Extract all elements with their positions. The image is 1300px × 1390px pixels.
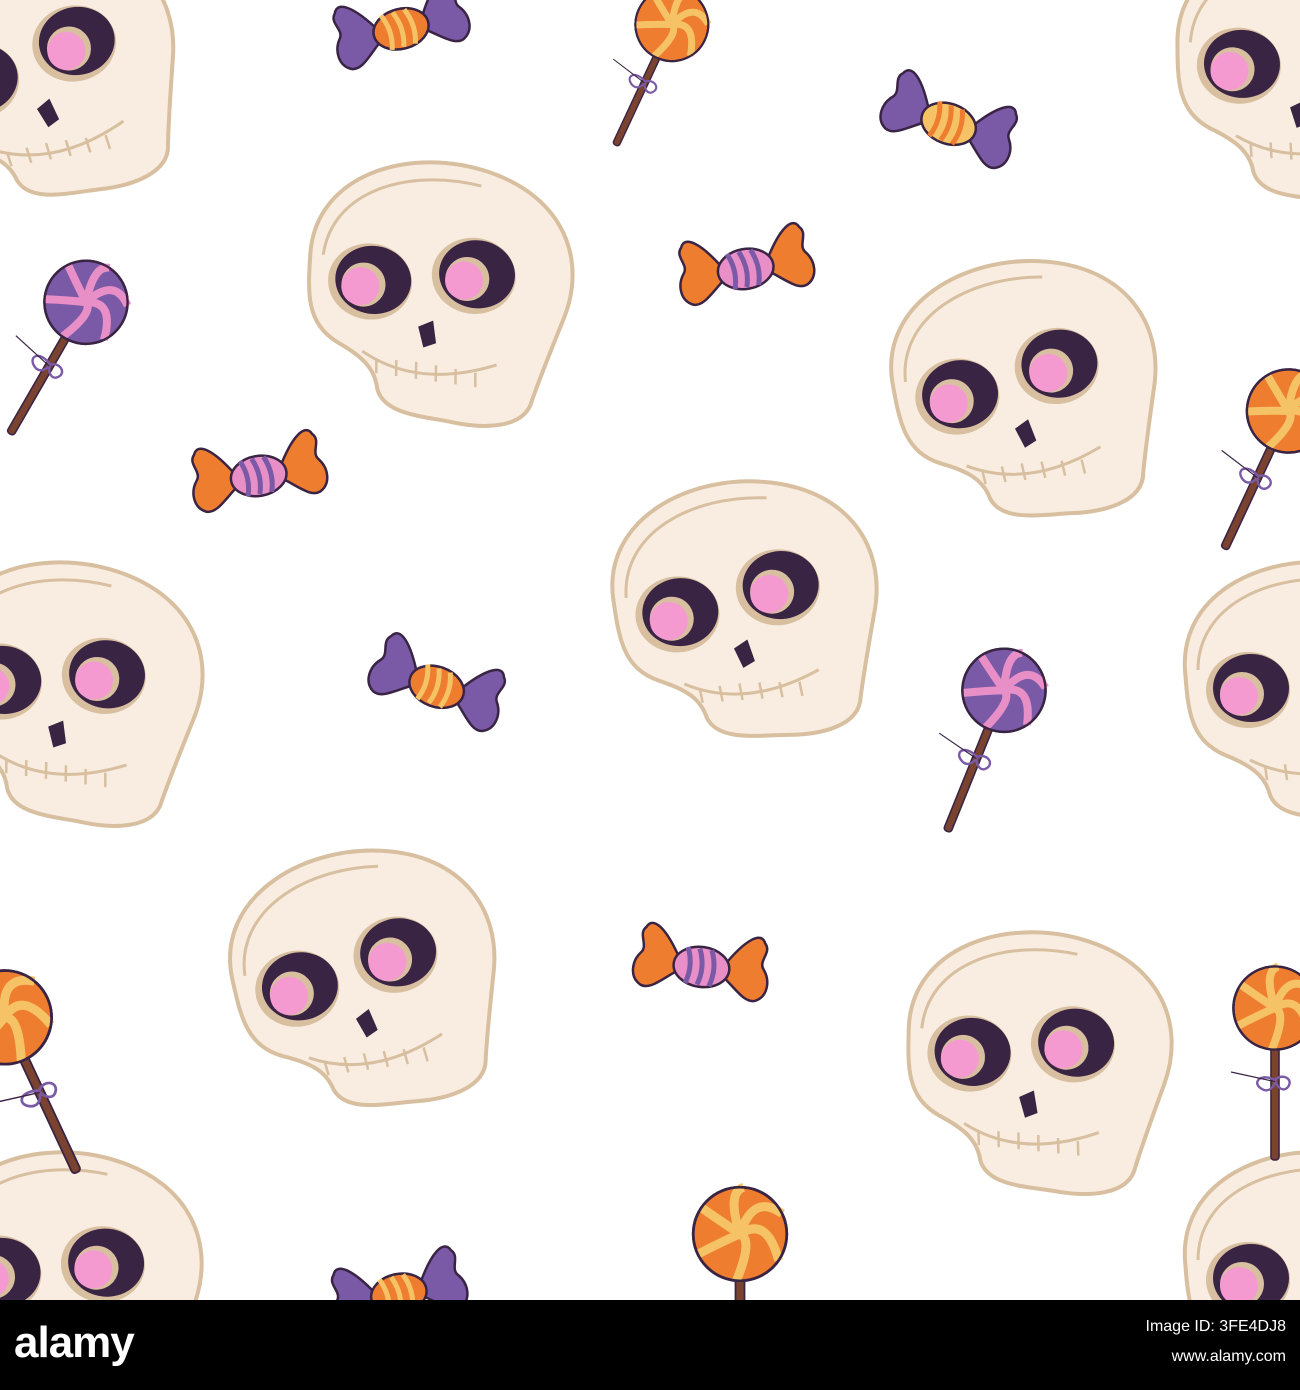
lollipop-icon — [938, 647, 1049, 833]
pattern-canvas — [0, 0, 1300, 1300]
skull-icon — [889, 258, 1158, 518]
watermark-bar: alamy Image ID: 3FE4DJ8 www.alamy.com — [0, 1300, 1300, 1390]
skull-icon — [0, 0, 176, 197]
alamy-logo: alamy — [14, 1318, 135, 1367]
skull-icon — [0, 560, 205, 828]
lollipop-icon — [691, 1183, 789, 1300]
skull-icon — [1182, 560, 1300, 817]
wrapped-candy-icon — [191, 428, 329, 513]
wrapped-candy-icon — [631, 921, 769, 1003]
skull-icon — [1182, 1150, 1300, 1300]
image-id-label: Image ID: 3FE4DJ8 — [1145, 1318, 1287, 1335]
wrapped-candy-icon — [367, 632, 507, 733]
skull-icon — [906, 930, 1174, 1196]
skull-icon — [228, 848, 497, 1108]
wrapped-candy-icon — [678, 221, 816, 306]
halloween-pattern — [0, 0, 1300, 1300]
site-url: www.alamy.com — [1171, 1348, 1286, 1365]
lollipop-icon — [1230, 962, 1300, 1161]
skull-icon — [307, 160, 575, 428]
wrapped-candy-icon — [332, 0, 471, 71]
skull-icon — [610, 479, 879, 738]
wrapped-candy-icon — [330, 1245, 469, 1300]
wrapped-candy-icon — [879, 69, 1019, 170]
lollipop-icon — [1220, 368, 1300, 551]
lollipop-icon — [6, 259, 132, 436]
skull-icon — [1175, 0, 1300, 205]
lollipop-icon — [612, 0, 712, 147]
skull-icon — [0, 1150, 204, 1300]
